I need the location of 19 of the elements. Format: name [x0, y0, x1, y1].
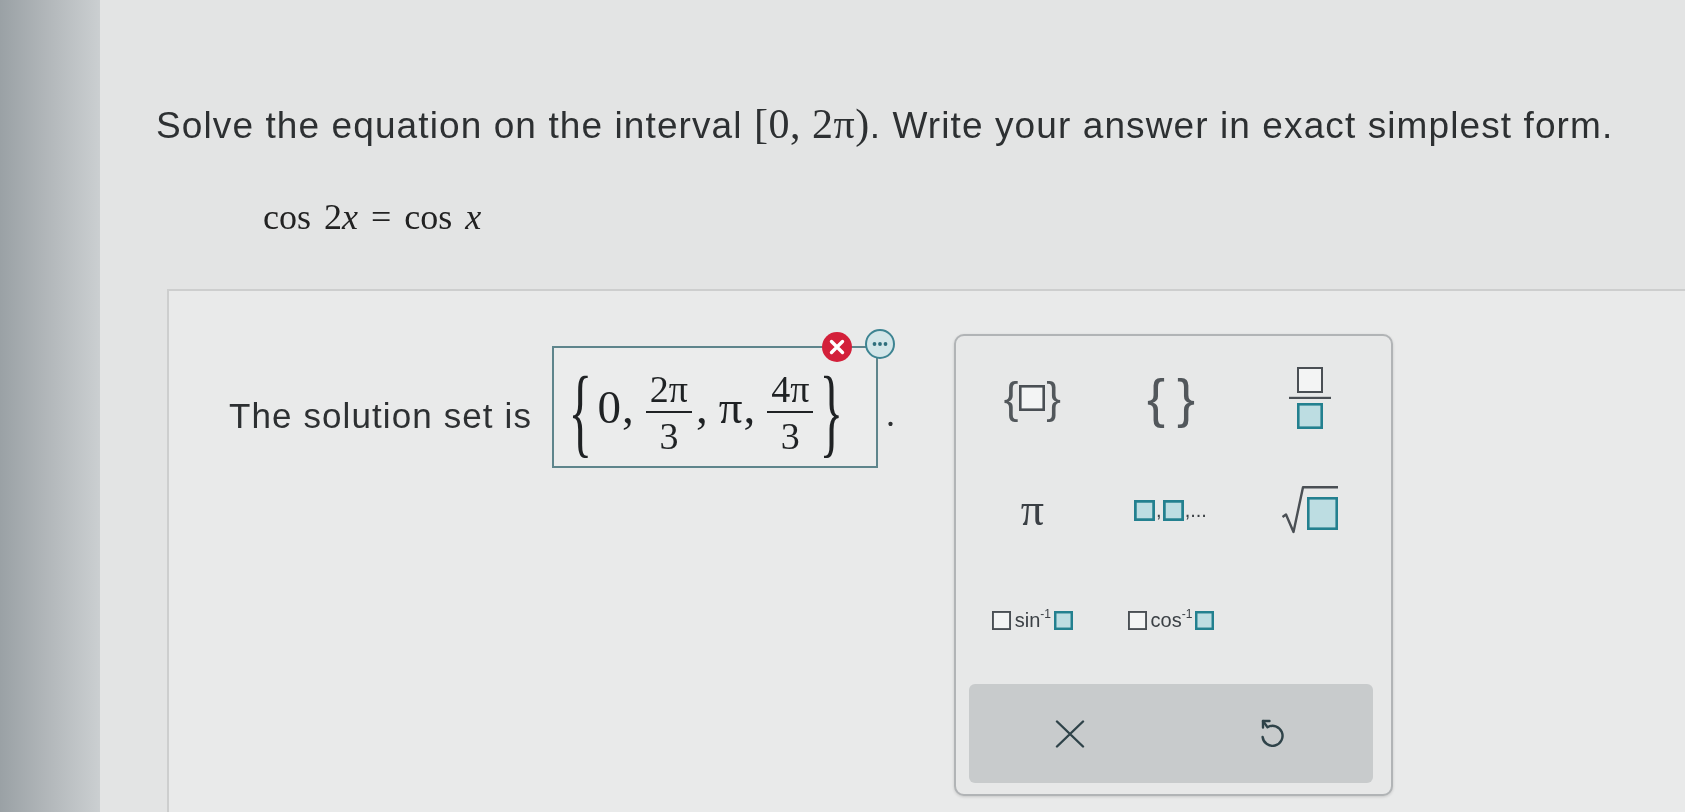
close-icon	[1055, 719, 1085, 748]
placeholder-box-icon	[1019, 385, 1046, 411]
period-text: .	[886, 393, 895, 435]
solution-label: The solution set is	[229, 396, 532, 436]
pi-button[interactable]: π	[1014, 485, 1050, 535]
placeholder-box-icon	[1162, 499, 1184, 521]
braces-button[interactable]: { }	[1142, 364, 1200, 432]
question-text: Solve the equation on the interval [0, 2π). Write your answer in exact simplest form.	[156, 100, 1614, 149]
placeholder-box-icon	[1127, 610, 1147, 630]
list-button[interactable]: , ,...	[1130, 496, 1212, 524]
fraction-icon	[1288, 367, 1331, 429]
set-template-button[interactable]: { }	[999, 369, 1066, 427]
equation-text: cos 2x = cos x	[263, 196, 482, 238]
placeholder-box-icon	[991, 610, 1011, 630]
placeholder-box-icon	[1134, 499, 1156, 521]
placeholder-box-icon	[1053, 610, 1073, 630]
placeholder-box-icon	[1195, 610, 1215, 630]
square-root-icon	[1280, 485, 1339, 535]
ellipsis-icon[interactable]	[865, 329, 895, 359]
